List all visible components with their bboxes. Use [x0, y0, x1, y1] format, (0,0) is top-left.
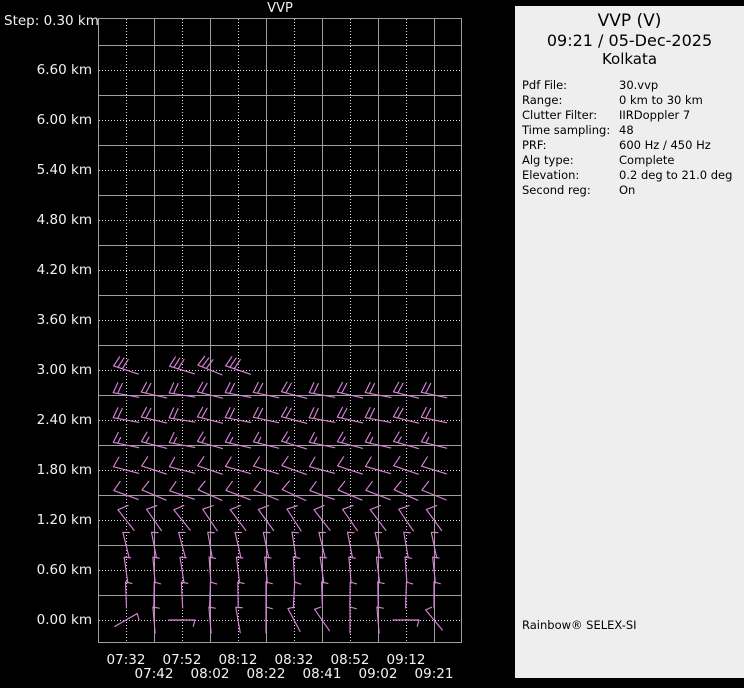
horizontal-gridline: [99, 270, 461, 271]
info-label: Second reg:: [522, 183, 591, 197]
info-value: On: [619, 183, 636, 197]
vvp-product-window: Step: 0.30 km VVP 6.60 km 6.00 km 5.40 km 4…: [0, 0, 744, 688]
vertical-gridline: [322, 19, 323, 642]
vertical-gridline: [238, 19, 239, 642]
horizontal-gridline: [99, 370, 461, 371]
x-axis-label: 08:52: [330, 652, 370, 668]
y-axis-label: 1.20 km: [36, 512, 92, 528]
info-row-second-reg: Second reg: On: [522, 183, 744, 198]
y-axis-label: 1.80 km: [36, 462, 92, 478]
horizontal-gridline: [99, 520, 461, 521]
horizontal-gridline: [99, 170, 461, 171]
horizontal-gridline: [99, 45, 461, 46]
horizontal-gridline: [99, 145, 461, 146]
info-row-elevation: Elevation: 0.2 deg to 21.0 deg: [522, 168, 744, 183]
x-axis-label: 08:12: [218, 652, 258, 668]
x-axis-label: 08:41: [302, 666, 342, 682]
info-label: Alg type:: [522, 153, 574, 167]
y-axis-label: 3.60 km: [36, 312, 92, 328]
x-axis-label: 08:32: [274, 652, 314, 668]
horizontal-gridline: [99, 395, 461, 396]
y-axis-label: 6.00 km: [36, 112, 92, 128]
vertical-gridline: [406, 19, 407, 642]
y-axis-label: 0.00 km: [36, 612, 92, 628]
horizontal-gridline: [99, 120, 461, 121]
info-label: Range:: [522, 93, 563, 107]
info-row-range: Range: 0 km to 30 km: [522, 93, 744, 108]
x-axis-label: 07:42: [134, 666, 174, 682]
horizontal-gridline: [99, 295, 461, 296]
info-value: 600 Hz / 450 Hz: [619, 138, 711, 152]
vertical-gridline: [434, 19, 435, 642]
x-axis-label: 09:12: [386, 652, 426, 668]
info-label: Elevation:: [522, 168, 580, 182]
horizontal-gridline: [99, 320, 461, 321]
y-axis-label: 4.20 km: [36, 262, 92, 278]
vertical-gridline: [294, 19, 295, 642]
info-row-time-sampling: Time sampling: 48: [522, 123, 744, 138]
panel-site-name: Kolkata: [601, 50, 658, 68]
info-row-pdf-file: Pdf File: 30.vvp: [522, 78, 744, 93]
info-row-prf: PRF: 600 Hz / 450 Hz: [522, 138, 744, 153]
vertical-gridline: [154, 19, 155, 642]
info-label: Clutter Filter:: [522, 108, 598, 122]
x-axis-label: 08:02: [190, 666, 230, 682]
x-axis-label: 09:02: [358, 666, 398, 682]
plot-area: [98, 18, 462, 643]
product-info-list: Pdf File: 30.vvp Range: 0 km to 30 km Cl…: [522, 78, 744, 198]
vertical-gridline: [378, 19, 379, 642]
horizontal-gridline: [99, 545, 461, 546]
info-label: Pdf File:: [522, 78, 568, 92]
x-axis-label: 07:52: [162, 652, 202, 668]
panel-datetime: 09:21 / 05-Dec-2025: [546, 31, 713, 50]
info-panel: VVP (V) 09:21 / 05-Dec-2025 Kolkata Pdf …: [515, 6, 744, 678]
horizontal-gridline: [99, 570, 461, 571]
y-axis-label: 4.80 km: [36, 212, 92, 228]
horizontal-gridline: [99, 620, 461, 621]
y-axis-step-label: Step: 0.30 km: [4, 13, 99, 29]
info-value: 0.2 deg to 21.0 deg: [619, 168, 733, 182]
horizontal-gridline: [99, 245, 461, 246]
horizontal-gridline: [99, 470, 461, 471]
horizontal-gridline: [99, 420, 461, 421]
x-axis-label: 07:32: [106, 652, 146, 668]
horizontal-gridline: [99, 345, 461, 346]
info-value: 30.vvp: [619, 78, 659, 92]
vertical-gridline: [126, 19, 127, 642]
info-label: PRF:: [522, 138, 547, 152]
info-row-clutter-filter: Clutter Filter: IIRDoppler 7: [522, 108, 744, 123]
info-value: IIRDoppler 7: [619, 108, 691, 122]
info-value: 48: [619, 123, 634, 137]
y-axis-label: 3.00 km: [36, 362, 92, 378]
y-axis-label: 6.60 km: [36, 62, 92, 78]
horizontal-gridline: [99, 495, 461, 496]
info-value: Complete: [619, 153, 675, 167]
info-row-alg-type: Alg type: Complete: [522, 153, 744, 168]
chart-title: VVP: [267, 1, 293, 16]
horizontal-gridline: [99, 220, 461, 221]
vertical-gridline: [182, 19, 183, 642]
vertical-gridline: [266, 19, 267, 642]
y-axis-label: 0.60 km: [36, 562, 92, 578]
brand-label: Rainbow® SELEX-SI: [522, 618, 637, 632]
info-value: 0 km to 30 km: [619, 93, 703, 107]
x-axis-label: 08:22: [246, 666, 286, 682]
vertical-gridline: [350, 19, 351, 642]
horizontal-gridline: [99, 95, 461, 96]
y-axis-label: 2.40 km: [36, 412, 92, 428]
info-label: Time sampling:: [522, 123, 611, 137]
horizontal-gridline: [99, 195, 461, 196]
x-axis-label: 09:21: [414, 666, 454, 682]
horizontal-gridline: [99, 70, 461, 71]
y-axis-label: 5.40 km: [36, 162, 92, 178]
vertical-gridline: [210, 19, 211, 642]
panel-title: VVP (V): [597, 11, 662, 31]
horizontal-gridline: [99, 595, 461, 596]
horizontal-gridline: [99, 445, 461, 446]
